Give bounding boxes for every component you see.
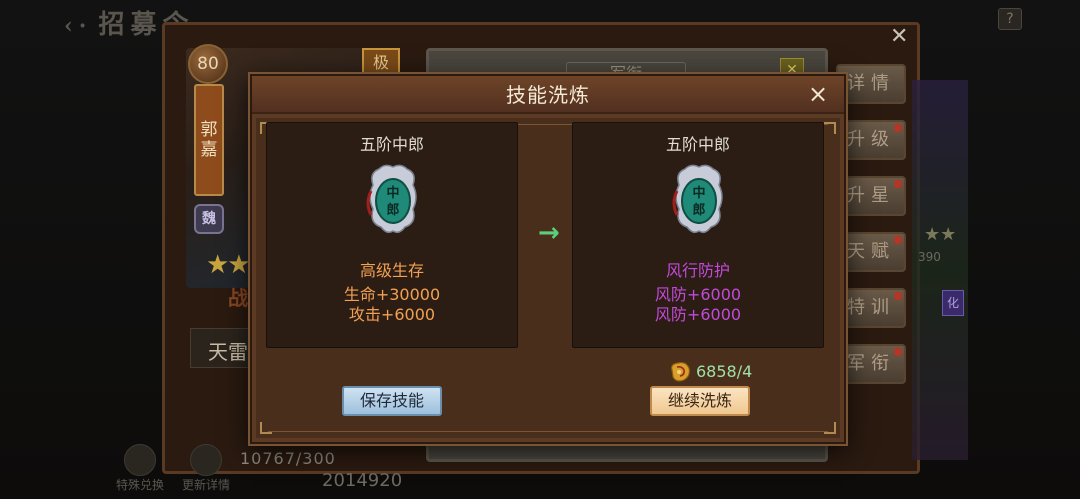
skill-stat: 攻击+6000 [348,305,436,324]
hero-name-banner: 郭嘉 [194,84,224,196]
continue-refine-button[interactable]: 继续洗炼 [650,386,750,416]
panel-close-icon[interactable]: ✕ [890,24,908,49]
skill-name: 高级生存 [359,261,424,280]
skill-stat: 风防+6000 [654,305,742,324]
side-button-talent[interactable]: 天赋 [836,232,906,272]
zhonglang-emblem-icon: 中 郎 [672,164,723,234]
zhonglang-emblem-icon: 中 郎 [366,164,417,234]
hero-exp-text: 10767/300 [240,449,336,468]
notification-dot [894,292,902,300]
new-skill-card: 五阶中郎 中 郎 风行防护 风防+6000 风防+6000 [572,122,824,348]
emblem-text: 郎 [692,202,705,218]
card-title: 五阶中郎 [665,135,730,154]
side-button-label: 升星 [847,185,895,206]
card-title: 五阶中郎 [359,135,424,154]
deco-stars-icon: ★★ [924,224,957,245]
side-button-label: 详情 [847,73,895,94]
side-button-rank[interactable]: 军衔 [836,344,906,384]
fight-label: 战 [228,286,248,310]
side-decoration [912,80,968,460]
notification-dot [894,348,902,356]
side-button-star-up[interactable]: 升星 [836,176,906,216]
skill-slot-name: 天雷 [208,340,248,364]
bottom-tab-label: 更新详情 [181,478,230,492]
current-skill-card: 五阶中郎 中 郎 高级生存 生命+30000 攻击+6000 [266,122,518,348]
frame-corner [824,122,836,134]
cost-amount: 6858/4 [696,362,753,381]
notification-dot [894,236,902,244]
bottom-tab-exchange[interactable]: 特殊兑换 [112,444,168,493]
notification-dot [894,124,902,132]
side-button-details[interactable]: 详情 [836,64,906,104]
side-button-level-up[interactable]: 升级 [836,120,906,160]
emblem-text: 中 [386,185,399,201]
save-skill-button[interactable]: 保存技能 [342,386,442,416]
arrow-right-icon: → [538,218,560,248]
help-button[interactable]: ? [998,8,1022,30]
hero-stars: ★★ [206,250,251,280]
exchange-icon [124,444,156,476]
dialog-title: 技能洗炼 [506,83,590,107]
side-button-training[interactable]: 特训 [836,288,906,328]
frame-corner [260,422,272,434]
bottom-tab-update[interactable]: 更新详情 [178,444,234,493]
emblem-text: 郎 [386,202,399,218]
side-button-label: 升级 [847,129,895,150]
side-button-label: 天赋 [847,241,895,262]
update-icon [190,444,222,476]
skill-name: 风行防护 [665,261,730,280]
dialog-body: 五阶中郎 中 郎 高级生存 生命+30000 攻击+6000 → 五阶中郎 中 … [256,118,840,438]
skill-refine-dialog: 技能洗炼 × 五阶中郎 中 郎 高级生存 生命+30000 攻击+6000 → … [250,74,846,444]
faction-badge: 魏 [194,204,224,234]
frame-corner [824,422,836,434]
deco-number: 390 [918,250,941,264]
emblem-text: 中 [692,185,705,201]
notification-dot [894,180,902,188]
side-button-label: 特训 [847,297,895,318]
back-arrow-icon[interactable]: ‹· [64,13,92,39]
hero-power-text: 2014920 [322,470,403,491]
gold-token-icon [671,361,691,382]
hero-level-badge: 80 [188,44,228,84]
bottom-tab-label: 特殊兑换 [115,478,164,492]
deco-badge: 化 [942,290,964,316]
close-icon[interactable]: × [804,80,832,108]
side-button-label: 军衔 [847,353,895,374]
